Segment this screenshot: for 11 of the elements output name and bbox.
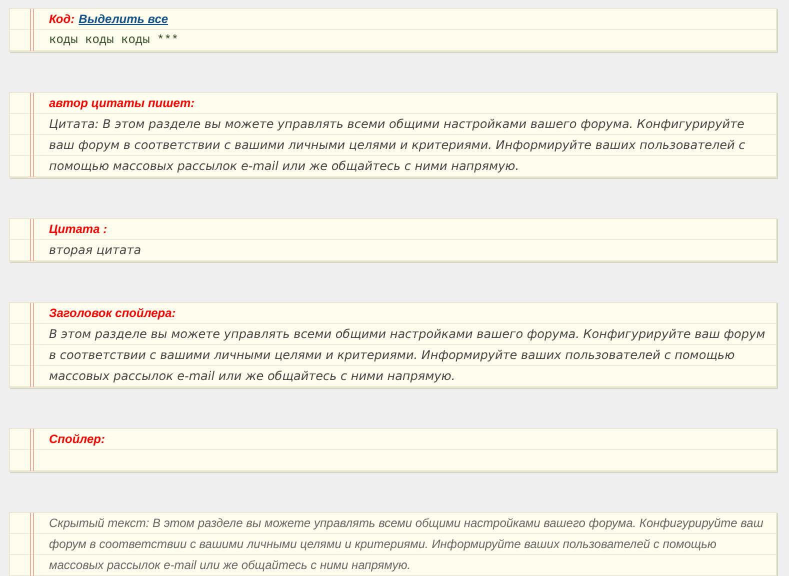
- block-title: Спойлер:: [49, 431, 105, 448]
- block-title: Цитата :: [49, 221, 108, 238]
- block-title: Заголовок спойлера:: [49, 305, 176, 322]
- code-text: коды коды коды ***: [49, 33, 179, 47]
- quote-text: вторая цитата: [49, 243, 142, 257]
- block-title: Код:: [49, 11, 75, 28]
- select-all-link[interactable]: Выделить все: [78, 10, 168, 28]
- hidden-text: Скрытый текст: В этом разделе вы можете управлять всеми общими настройками вашего форума. Конфигурируйте ваш форум в соответствии с вашими личными целями и критериями. Информируйте ваших пользователей с помощью массовых рассылок e-mail или же общайтесь с ними напрямую.: [49, 516, 764, 572]
- spoiler-text: В этом разделе вы можете управлять всеми общими настройками вашего форума. Конфигурируйте ваш форум в соответствии с вашими личными целями и критериями. Информируйте ваших пользователей с помощью массовых рассылок e-mail или же общайтесь с ними напрямую.: [49, 327, 766, 383]
- block-title: автор цитаты пишет:: [49, 95, 195, 112]
- quote-text: Цитата: В этом разделе вы можете управлять всеми общими настройками вашего форума. Конфигурируйте ваш форум в соответствии с вашими личными целями и критериями. Информируйте ваших пользователей с помощью массовых рассылок e-mail или же общайтесь с ними напрямую.: [49, 117, 746, 173]
